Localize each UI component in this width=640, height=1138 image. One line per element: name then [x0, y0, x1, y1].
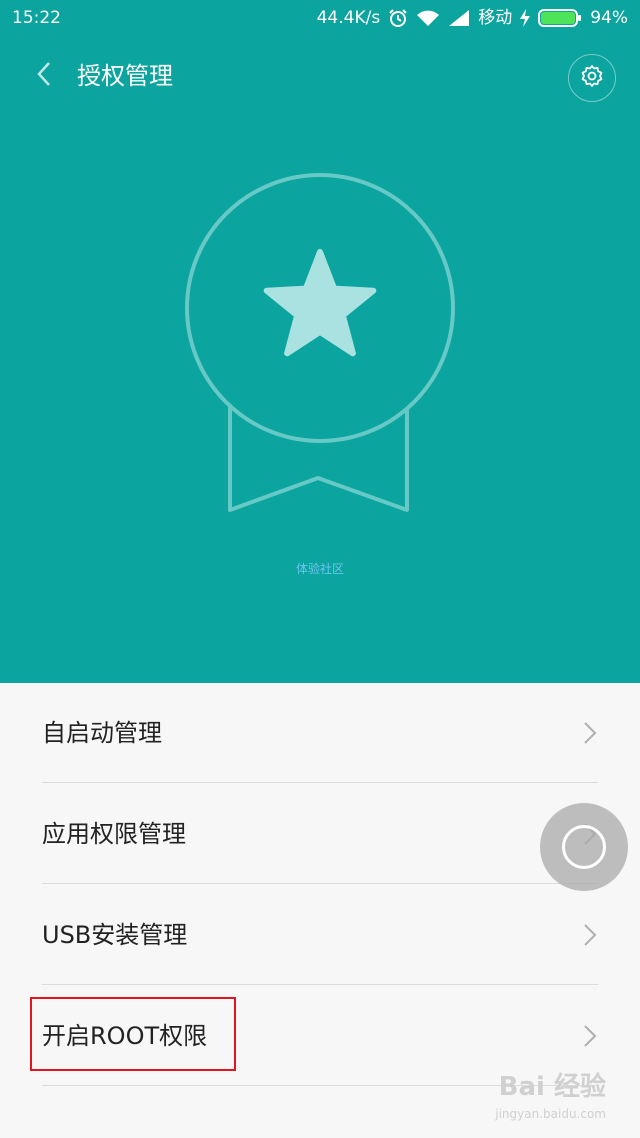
wifi-icon: [416, 9, 440, 27]
gear-icon: [580, 64, 604, 92]
status-time: 15:22: [12, 8, 61, 28]
menu-item-app-permissions[interactable]: 应用权限管理: [42, 784, 598, 884]
chevron-right-icon: [582, 1024, 598, 1048]
page-title: 授权管理: [77, 62, 173, 90]
settings-button[interactable]: [568, 54, 616, 102]
menu-item-autostart[interactable]: 自启动管理: [42, 683, 598, 783]
ribbon-star-icon: [180, 168, 460, 524]
ring-icon: [562, 825, 606, 869]
watermark-url: jingyan.baidu.com: [495, 1107, 606, 1121]
signal-icon: [448, 9, 470, 27]
carrier-label: 移动: [478, 8, 513, 28]
watermark-brand: Bai 经验: [498, 1072, 606, 1102]
charging-icon: [520, 9, 531, 27]
baidu-watermark: Bai 经验 jingyan.baidu.com: [486, 1068, 606, 1136]
chevron-right-icon: [582, 923, 598, 947]
back-button[interactable]: [24, 54, 64, 98]
floating-ball-button[interactable]: [540, 803, 628, 891]
status-bar: 15:22 44.4K/s 移动 94%: [0, 0, 640, 36]
battery-icon: [538, 8, 582, 28]
battery-level: 94%: [590, 8, 628, 28]
menu-item-label: 自启动管理: [42, 719, 162, 747]
alarm-icon: [388, 8, 408, 28]
chevron-right-icon: [582, 721, 598, 745]
highlight-box: [30, 997, 236, 1071]
status-icons: 44.4K/s 移动 94%: [317, 0, 628, 36]
menu-item-label: USB安装管理: [42, 921, 188, 949]
watermark-text: 体验社区: [295, 562, 344, 576]
menu-item-label: 应用权限管理: [42, 820, 186, 848]
network-speed: 44.4K/s: [316, 8, 381, 28]
app-bar: 授权管理: [0, 40, 640, 112]
menu-item-usb-install[interactable]: USB安装管理: [42, 885, 598, 985]
back-icon: [36, 61, 52, 91]
